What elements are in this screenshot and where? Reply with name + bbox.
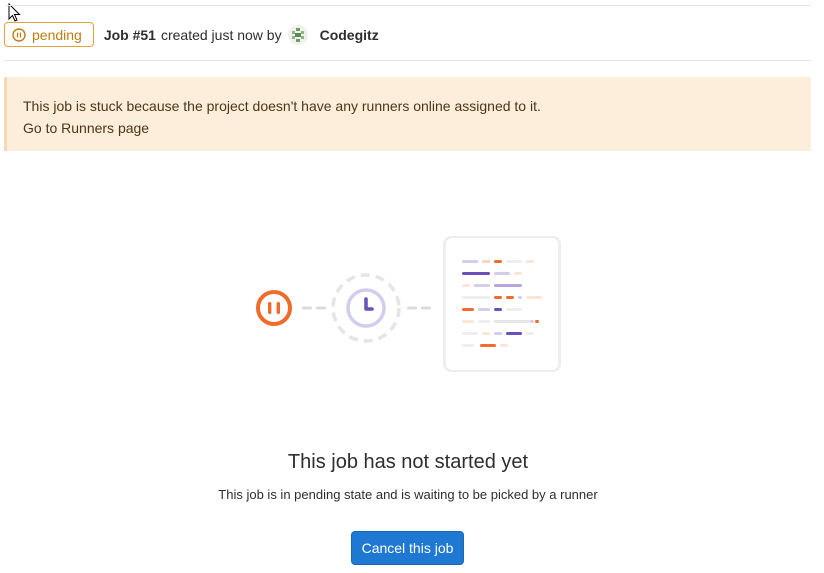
avatar[interactable]	[287, 24, 308, 45]
pause-icon	[256, 290, 292, 326]
clock-icon	[331, 273, 401, 343]
job-meta: created just now by	[160, 26, 282, 43]
log-document-icon	[443, 236, 561, 372]
empty-state-description: This job is in pending state and is wait…	[218, 487, 598, 502]
top-divider	[6, 5, 811, 6]
header-divider	[4, 60, 811, 61]
status-label: pending	[32, 26, 82, 43]
job-header: pending Job #51 created just now by Code…	[4, 21, 379, 48]
job-page: pending Job #51 created just now by Code…	[0, 0, 824, 573]
stuck-alert: This job is stuck because the project do…	[4, 77, 811, 151]
user-name[interactable]: Codegitz	[320, 27, 379, 43]
cancel-job-button[interactable]: Cancel this job	[351, 531, 464, 565]
pending-illustration	[256, 236, 561, 372]
mouse-cursor-icon	[8, 3, 21, 22]
runners-page-link[interactable]: Go to Runners page	[23, 117, 811, 139]
job-title: Job #51	[103, 26, 156, 43]
alert-message: This job is stuck because the project do…	[23, 98, 541, 114]
empty-state-title: This job has not started yet	[287, 451, 529, 473]
pause-icon	[12, 27, 26, 42]
status-badge[interactable]: pending	[4, 22, 94, 47]
